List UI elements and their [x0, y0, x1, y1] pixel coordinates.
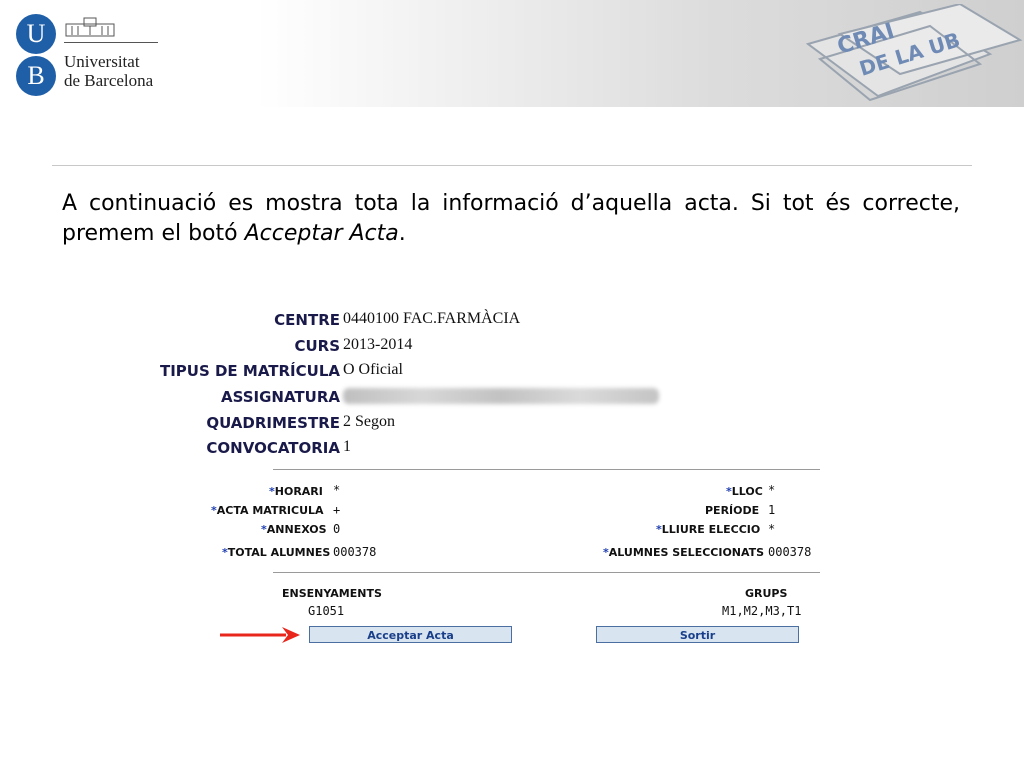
crai-logo: CRAI DE LA UB — [805, 4, 1023, 102]
horari-value: * — [333, 483, 341, 497]
logo-rule — [64, 42, 158, 43]
total-alumnes-value: 000378 — [333, 545, 377, 559]
horari-label: *HORARI — [269, 485, 323, 498]
total-alumnes-label: *TOTAL ALUMNES — [222, 546, 331, 559]
header-banner: U B Universitat de Barcelona CRAI DE LA … — [0, 0, 1024, 107]
lliure-eleccio-label: *LLIURE ELECCIO — [656, 523, 761, 536]
tipus-matricula-value: O Oficial — [343, 361, 403, 378]
section-divider — [52, 165, 972, 166]
curs-value: 2013-2014 — [343, 336, 413, 353]
annexos-label: *ANNEXOS — [261, 523, 327, 536]
curs-label: CURS — [294, 337, 340, 355]
logo-letter-u: U — [16, 14, 56, 54]
ensenyaments-value: G1051 — [308, 604, 345, 618]
accept-acta-button[interactable]: Acceptar Acta — [309, 626, 512, 643]
acta-details-screenshot: CENTRE 0440100 FAC.FARMÀCIA CURS 2013-20… — [130, 300, 830, 660]
building-icon — [65, 17, 115, 37]
convocatoria-value: 1 — [343, 438, 351, 455]
quadrimestre-value: 2 Segon — [343, 413, 395, 430]
red-arrow-icon — [220, 627, 300, 643]
separator-top — [273, 469, 820, 470]
ensenyaments-label: ENSENYAMENTS — [282, 587, 382, 600]
acta-matricula-label: *ACTA MATRICULA — [211, 504, 324, 517]
convocatoria-label: CONVOCATORIA — [206, 439, 340, 457]
acta-matricula-value: + — [333, 503, 341, 517]
periode-value: 1 — [768, 503, 776, 517]
intro-emphasis: Acceptar Acta — [244, 221, 399, 246]
periode-label: PERÍODE — [705, 504, 760, 517]
assignatura-label: ASSIGNATURA — [220, 388, 340, 406]
centre-label: CENTRE — [274, 311, 340, 329]
grups-label: GRUPS — [745, 587, 788, 600]
tipus-matricula-label: TIPUS DE MATRÍCULA — [159, 362, 340, 380]
university-logo: U B Universitat de Barcelona — [14, 12, 174, 102]
exit-button[interactable]: Sortir — [596, 626, 799, 643]
quadrimestre-label: QUADRIMESTRE — [206, 414, 340, 432]
intro-paragraph: A continuació es mostra tota la informac… — [62, 191, 960, 246]
alumnes-seleccionats-value: 000378 — [768, 545, 812, 559]
lloc-value: * — [768, 483, 776, 497]
grups-value: M1,M2,M3,T1 — [722, 604, 802, 618]
assignatura-value-redacted — [343, 388, 659, 404]
lloc-label: *LLOC — [726, 485, 763, 498]
separator-bottom — [273, 572, 820, 573]
lliure-eleccio-value: * — [768, 522, 776, 536]
university-name: Universitat de Barcelona — [64, 52, 154, 90]
annexos-value: 0 — [333, 522, 341, 536]
centre-value: 0440100 FAC.FARMÀCIA — [343, 310, 521, 327]
logo-letter-b: B — [16, 56, 56, 96]
alumnes-seleccionats-label: *ALUMNES SELECCIONATS — [603, 546, 765, 559]
